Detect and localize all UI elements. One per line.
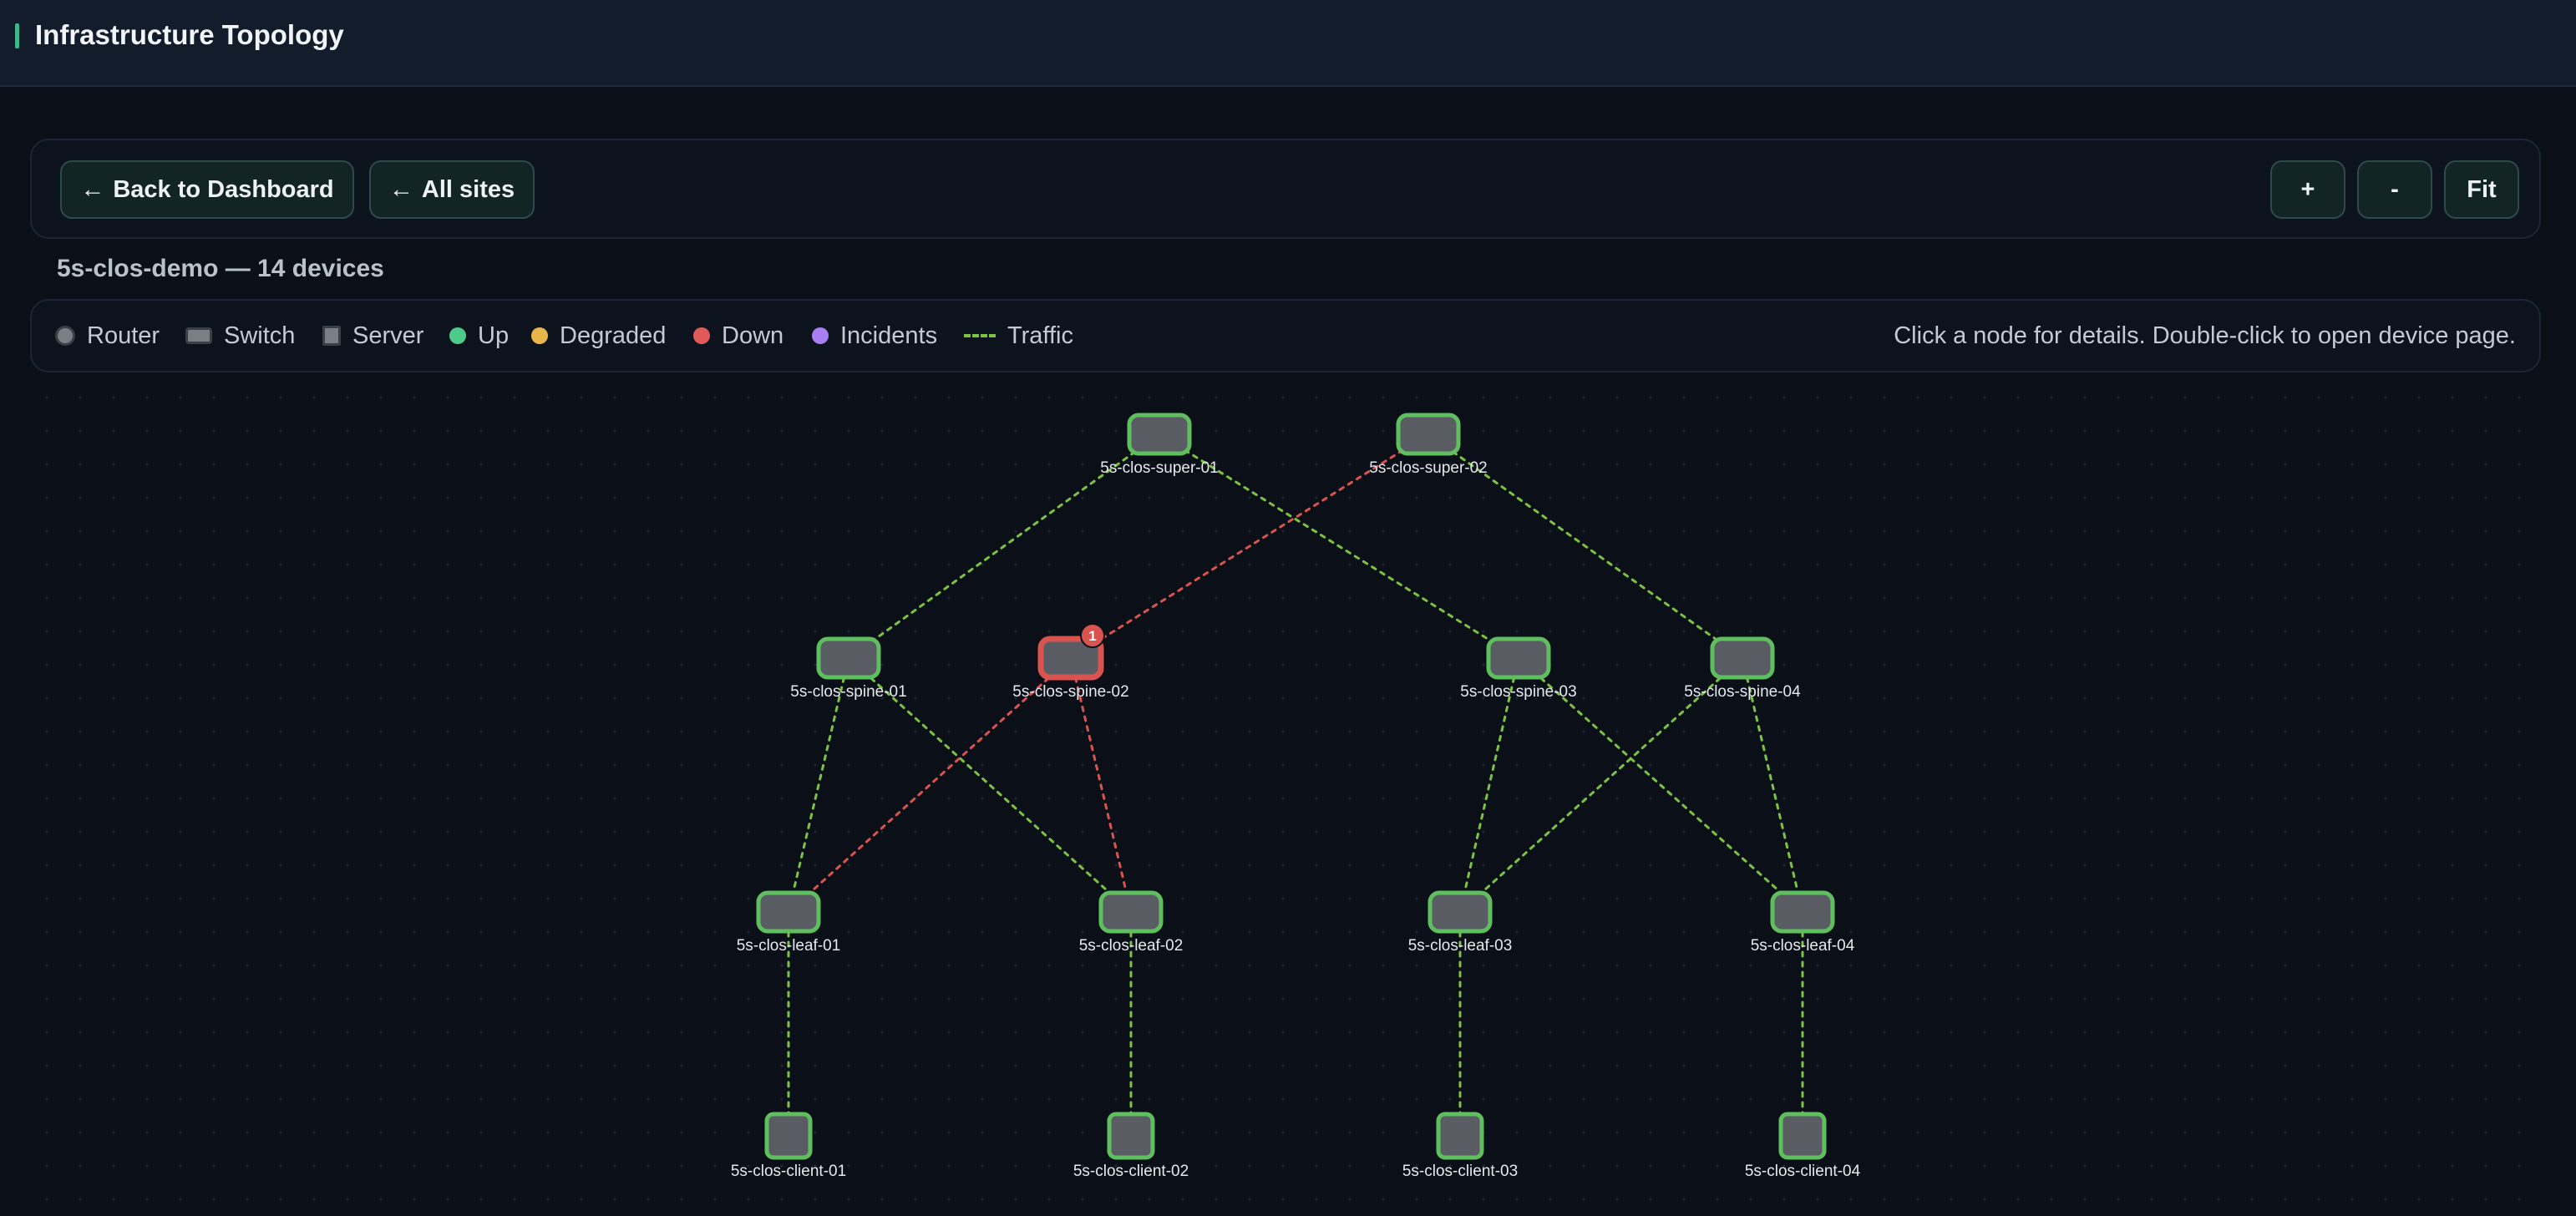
node-label: 5s-clos-leaf-03 — [1408, 937, 1513, 955]
legend-label: Traffic — [1007, 322, 1073, 349]
arrow-left-icon: ← — [80, 175, 105, 203]
back-to-dashboard-label: Back to Dashboard — [113, 175, 334, 203]
back-to-dashboard-button[interactable]: ← Back to Dashboard — [60, 160, 354, 219]
node-label: 5s-clos-leaf-02 — [1079, 937, 1184, 955]
legend-item-router: Router — [55, 301, 160, 371]
node-5s-clos-client-03[interactable]: 5s-clos-client-03 — [1402, 1112, 1518, 1180]
status-down-dot-icon — [693, 327, 710, 344]
legend-label: Router — [87, 322, 160, 349]
legend-item-down: Down — [693, 301, 783, 371]
router-icon — [55, 326, 75, 346]
legend-item-traffic: Traffic — [964, 301, 1073, 371]
interaction-hint: Click a node for details. Double-click t… — [1894, 322, 2516, 349]
node-5s-clos-leaf-02[interactable]: 5s-clos-leaf-02 — [1079, 890, 1184, 955]
server-icon — [1436, 1112, 1484, 1160]
legend-label: Degraded — [560, 322, 667, 349]
node-5s-clos-leaf-03[interactable]: 5s-clos-leaf-03 — [1408, 890, 1513, 955]
switch-icon — [1770, 890, 1835, 934]
zoom-in-button[interactable]: + — [2270, 160, 2345, 219]
legend-item-server: Server — [322, 301, 423, 371]
fit-view-button[interactable]: Fit — [2444, 160, 2519, 219]
links-layer — [787, 433, 1804, 1137]
legend-label: Down — [722, 322, 784, 349]
node-5s-clos-client-01[interactable]: 5s-clos-client-01 — [731, 1112, 846, 1180]
node-label: 5s-clos-client-01 — [731, 1163, 846, 1180]
switch-icon — [185, 327, 212, 344]
node-5s-clos-client-02[interactable]: 5s-clos-client-02 — [1073, 1112, 1189, 1180]
node-label: 5s-clos-super-01 — [1100, 459, 1219, 477]
node-label: 5s-clos-super-02 — [1369, 459, 1488, 477]
topology-graph[interactable]: 5s-clos-super-01 5s-clos-super-02 5s-clos-… — [30, 381, 2541, 1216]
topology-canvas[interactable]: 5s-clos-super-01 5s-clos-super-02 5s-clos-… — [30, 381, 2541, 1216]
page-title: Infrastructure Topology — [35, 19, 344, 50]
legend-label: Switch — [224, 322, 296, 349]
server-icon — [322, 326, 341, 346]
node-5s-clos-spine-02[interactable]: 5s-clos-spine-02 1 — [1012, 623, 1129, 701]
node-5s-clos-super-02[interactable]: 5s-clos-super-02 — [1369, 413, 1488, 477]
node-label: 5s-clos-spine-03 — [1460, 683, 1576, 701]
legend-item-up: Up — [449, 301, 509, 371]
switch-icon — [1427, 890, 1493, 934]
incident-badge: 1 — [1080, 623, 1105, 648]
node-5s-clos-super-01[interactable]: 5s-clos-super-01 — [1100, 413, 1219, 477]
node-5s-clos-spine-04[interactable]: 5s-clos-spine-04 — [1684, 636, 1801, 701]
app-header: Infrastructure Topology — [0, 0, 2576, 87]
node-label: 5s-clos-spine-01 — [790, 683, 906, 701]
switch-icon — [1710, 636, 1775, 680]
zoom-out-button[interactable]: - — [2357, 160, 2432, 219]
node-label: 5s-clos-leaf-01 — [737, 937, 841, 955]
legend-item-switch: Switch — [185, 301, 295, 371]
switch-icon — [816, 636, 881, 680]
node-5s-clos-spine-01[interactable]: 5s-clos-spine-01 — [790, 636, 907, 701]
node-5s-clos-leaf-04[interactable]: 5s-clos-leaf-04 — [1751, 890, 1855, 955]
node-label: 5s-clos-client-04 — [1745, 1163, 1861, 1180]
nodes-layer: 5s-clos-super-01 5s-clos-super-02 5s-clos-… — [731, 413, 1861, 1180]
legend-bar: Router Switch Server Up Degraded Down In… — [30, 299, 2541, 372]
header-accent-bar — [15, 23, 19, 48]
arrow-left-icon: ← — [388, 175, 413, 203]
incident-count: 1 — [1088, 628, 1096, 644]
all-sites-label: All sites — [421, 175, 515, 203]
node-label: 5s-clos-spine-04 — [1684, 683, 1801, 701]
node-label: 5s-clos-spine-02 — [1012, 683, 1128, 701]
site-heading: 5s-clos-demo — 14 devices — [57, 255, 384, 282]
node-label: 5s-clos-client-03 — [1402, 1163, 1518, 1180]
node-label: 5s-clos-leaf-04 — [1751, 937, 1855, 955]
legend-label: Server — [352, 322, 424, 349]
switch-icon — [1396, 413, 1461, 456]
all-sites-button[interactable]: ← All sites — [369, 160, 535, 219]
legend-item-incidents: Incidents — [812, 301, 937, 371]
incidents-dot-icon — [812, 327, 829, 344]
server-icon — [764, 1112, 813, 1160]
legend-label: Incidents — [840, 322, 938, 349]
switch-icon — [1486, 636, 1551, 680]
node-5s-clos-spine-03[interactable]: 5s-clos-spine-03 — [1460, 636, 1577, 701]
node-label: 5s-clos-client-02 — [1073, 1163, 1189, 1180]
switch-icon — [1127, 413, 1192, 456]
node-5s-clos-leaf-01[interactable]: 5s-clos-leaf-01 — [737, 890, 841, 955]
legend-label: Up — [478, 322, 510, 349]
server-icon — [1107, 1112, 1155, 1160]
legend-item-degraded: Degraded — [531, 301, 666, 371]
topology-toolbar: ← Back to Dashboard ← All sites + - Fit — [30, 139, 2541, 239]
switch-icon — [1098, 890, 1164, 934]
switch-icon — [756, 890, 821, 934]
server-icon — [1778, 1112, 1827, 1160]
traffic-line-icon — [964, 334, 996, 337]
status-up-dot-icon — [449, 327, 466, 344]
status-degraded-dot-icon — [531, 327, 548, 344]
node-5s-clos-client-04[interactable]: 5s-clos-client-04 — [1745, 1112, 1861, 1180]
